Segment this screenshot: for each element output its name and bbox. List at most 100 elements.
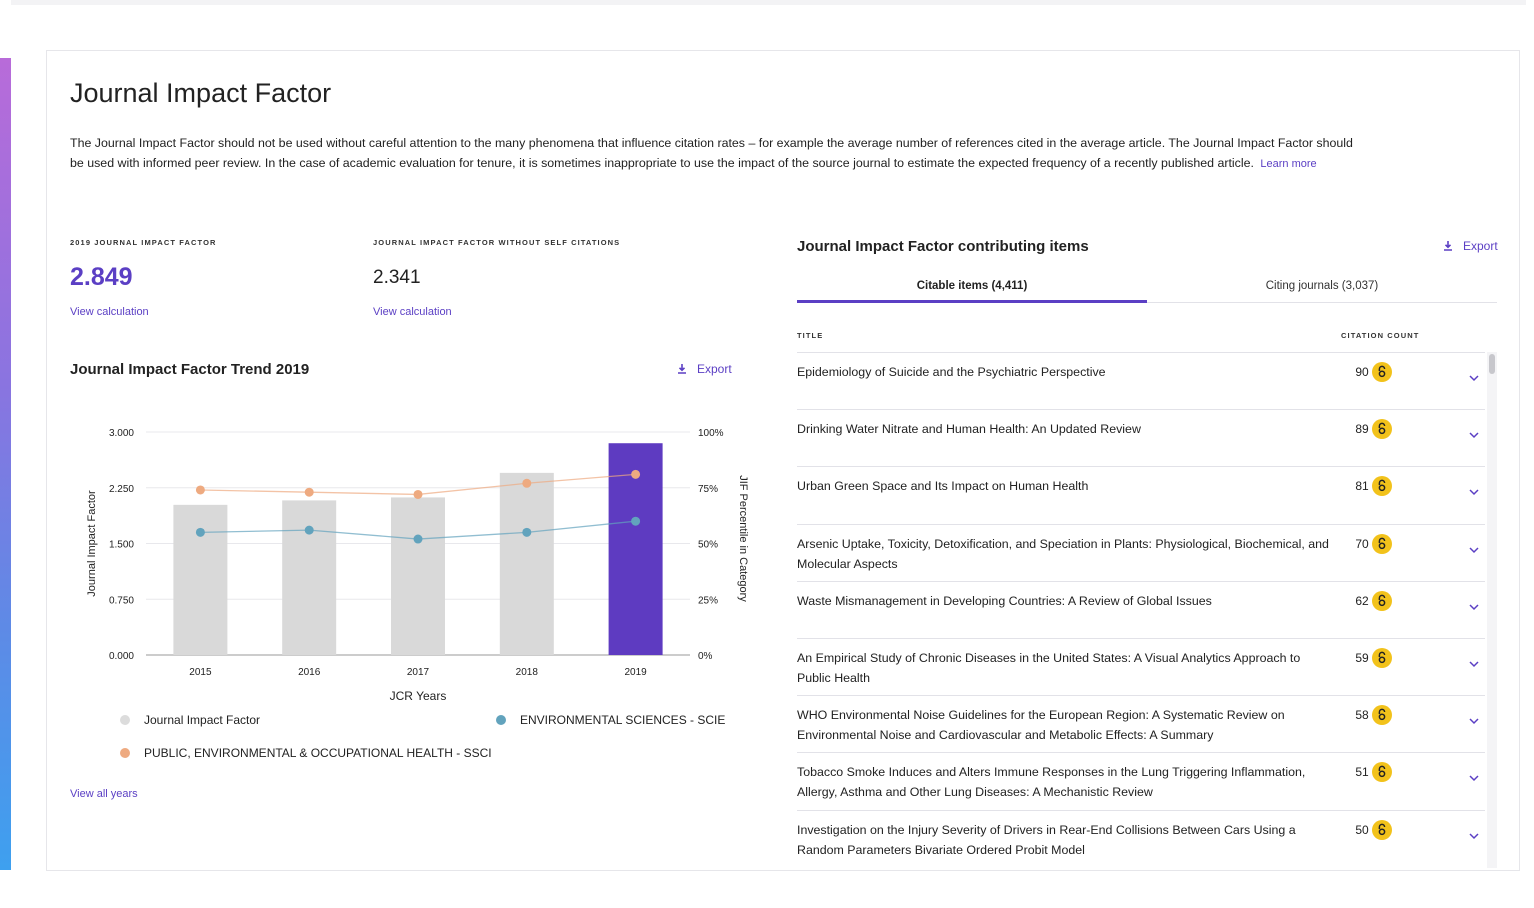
data-point-public-health bbox=[413, 489, 423, 499]
open-access-icon bbox=[1372, 419, 1392, 440]
x-tick-label: 2019 bbox=[624, 667, 647, 678]
view-all-years-link[interactable]: View all years bbox=[70, 788, 138, 800]
item-title[interactable]: Investigation on the Injury Severity of … bbox=[797, 820, 1337, 860]
open-access-icon bbox=[1372, 648, 1392, 668]
legend-dot-public-health bbox=[120, 748, 130, 758]
contributing-export-label: Export bbox=[1463, 239, 1498, 253]
data-point-public-health bbox=[631, 469, 641, 479]
table-row[interactable]: Waste Mismanagement in Developing Countr… bbox=[797, 580, 1485, 638]
legend-label-jif: Journal Impact Factor bbox=[144, 713, 261, 727]
page-title: Journal Impact Factor bbox=[70, 78, 332, 108]
y2-tick-label: 75% bbox=[698, 484, 718, 495]
citation-count: 59 bbox=[1355, 651, 1369, 665]
citation-count: 58 bbox=[1355, 708, 1369, 723]
jif-label: 2019 JOURNAL IMPACT FACTOR bbox=[70, 238, 217, 247]
item-title[interactable]: WHO Environmental Noise Guidelines for t… bbox=[797, 705, 1337, 745]
bar-jif-2016 bbox=[282, 500, 337, 655]
table-row[interactable]: Urban Green Space and Its Impact on Huma… bbox=[797, 466, 1485, 523]
item-title[interactable]: Drinking Water Nitrate and Human Health:… bbox=[797, 419, 1337, 439]
chevron-down-icon[interactable] bbox=[1468, 773, 1480, 783]
y-tick-label: 3.000 bbox=[109, 428, 134, 439]
data-point-env-sciences bbox=[631, 516, 641, 526]
citation-count: 90 bbox=[1355, 365, 1369, 379]
table-row[interactable]: Epidemiology of Suicide and the Psychiat… bbox=[797, 352, 1485, 409]
y2-tick-label: 25% bbox=[698, 595, 718, 606]
open-access-icon bbox=[1372, 476, 1392, 497]
trend-title: Journal Impact Factor Trend 2019 bbox=[70, 361, 310, 378]
trend-export-button[interactable]: Export bbox=[677, 362, 732, 376]
chevron-down-icon[interactable] bbox=[1468, 373, 1480, 383]
x-tick-label: 2015 bbox=[189, 667, 212, 678]
column-header-title: TITLE bbox=[797, 331, 824, 340]
chevron-down-icon[interactable] bbox=[1468, 659, 1480, 669]
y2-axis-label: JIF Percentile in Category bbox=[737, 475, 749, 602]
y-tick-label: 1.500 bbox=[109, 540, 134, 551]
jif-view-calculation-link[interactable]: View calculation bbox=[70, 306, 149, 318]
table-row[interactable]: Investigation on the Injury Severity of … bbox=[797, 809, 1485, 867]
citation-count: 50 bbox=[1355, 822, 1369, 837]
x-axis-label: JCR Years bbox=[390, 689, 447, 703]
data-point-env-sciences bbox=[413, 534, 423, 544]
learn-more-link[interactable]: Learn more bbox=[1260, 158, 1316, 170]
contributing-title: Journal Impact Factor contributing items bbox=[797, 238, 1089, 255]
download-icon bbox=[678, 364, 686, 374]
chevron-down-icon[interactable] bbox=[1468, 430, 1480, 440]
y2-tick-label: 100% bbox=[698, 428, 724, 439]
y2-tick-label: 50% bbox=[698, 540, 718, 551]
chevron-down-icon[interactable] bbox=[1468, 487, 1480, 497]
data-point-public-health bbox=[195, 485, 205, 495]
tab-citable-items[interactable]: Citable items (4,411) bbox=[797, 272, 1147, 303]
contributing-tabs: Citable items (4,411) Citing journals (3… bbox=[797, 272, 1497, 303]
legend-item-jif: Journal Impact Factor bbox=[120, 713, 260, 727]
y-axis-label: Journal Impact Factor bbox=[86, 490, 98, 597]
tab-citing-journals[interactable]: Citing journals (3,037) bbox=[1147, 272, 1497, 303]
y-tick-label: 0.000 bbox=[109, 651, 134, 662]
jif-no-self-view-calculation-link[interactable]: View calculation bbox=[373, 306, 452, 318]
legend-dot-jif bbox=[120, 715, 130, 725]
download-icon bbox=[1444, 241, 1452, 251]
item-title[interactable]: Epidemiology of Suicide and the Psychiat… bbox=[797, 362, 1337, 382]
legend-dot-env-sciences bbox=[496, 715, 506, 725]
citation-count: 51 bbox=[1355, 765, 1369, 780]
item-title[interactable]: Waste Mismanagement in Developing Countr… bbox=[797, 591, 1337, 611]
open-access-icon bbox=[1372, 762, 1392, 783]
jif-value: 2.849 bbox=[70, 263, 133, 291]
table-row[interactable]: Tobacco Smoke Induces and Alters Immune … bbox=[797, 752, 1485, 809]
citation-count: 62 bbox=[1355, 593, 1369, 608]
open-access-icon bbox=[1372, 362, 1392, 382]
bar-jif-2018 bbox=[499, 472, 554, 655]
contributing-items-list: Epidemiology of Suicide and the Psychiat… bbox=[797, 352, 1485, 868]
jif-trend-chart: 3.000 2.250 1.500 0.750 0.000 100% 75% 50% 25% 0%… bbox=[86, 428, 749, 703]
table-row[interactable]: WHO Environmental Noise Guidelines for t… bbox=[797, 695, 1485, 752]
column-header-citation-count: CITATION COUNT bbox=[1341, 331, 1420, 340]
x-tick-label: 2017 bbox=[407, 667, 430, 678]
bar-jif-2015 bbox=[173, 504, 228, 655]
data-point-env-sciences bbox=[304, 525, 314, 535]
chevron-down-icon[interactable] bbox=[1468, 831, 1480, 841]
bar-jif-2017 bbox=[391, 497, 445, 655]
scrollbar-thumb[interactable] bbox=[1489, 354, 1495, 374]
description: The Journal Impact Factor should not be … bbox=[70, 133, 1360, 174]
table-row[interactable]: An Empirical Study of Chronic Diseases i… bbox=[797, 638, 1485, 695]
y2-tick-label: 0% bbox=[698, 651, 713, 662]
item-title[interactable]: An Empirical Study of Chronic Diseases i… bbox=[797, 648, 1337, 688]
contributing-export-button[interactable]: Export bbox=[1443, 239, 1498, 253]
table-row[interactable]: Drinking Water Nitrate and Human Health:… bbox=[797, 409, 1485, 466]
top-divider bbox=[11, 0, 1526, 5]
chevron-down-icon[interactable] bbox=[1468, 545, 1480, 555]
chevron-down-icon[interactable] bbox=[1468, 602, 1480, 612]
list-scrollbar[interactable] bbox=[1487, 352, 1497, 868]
item-title[interactable]: Tobacco Smoke Induces and Alters Immune … bbox=[797, 762, 1337, 802]
table-row[interactable]: Arsenic Uptake, Toxicity, Detoxification… bbox=[797, 523, 1485, 581]
citation-count: 89 bbox=[1355, 422, 1369, 437]
item-title[interactable]: Urban Green Space and Its Impact on Huma… bbox=[797, 476, 1337, 496]
data-point-public-health bbox=[304, 487, 314, 497]
y-tick-label: 2.250 bbox=[109, 484, 134, 495]
jif-no-self-value: 2.341 bbox=[373, 267, 421, 288]
open-access-icon bbox=[1372, 533, 1392, 554]
data-point-public-health bbox=[522, 478, 532, 488]
chevron-down-icon[interactable] bbox=[1468, 716, 1480, 726]
data-point-env-sciences bbox=[522, 527, 532, 537]
item-title[interactable]: Arsenic Uptake, Toxicity, Detoxification… bbox=[797, 534, 1337, 574]
x-tick-label: 2018 bbox=[516, 667, 539, 678]
